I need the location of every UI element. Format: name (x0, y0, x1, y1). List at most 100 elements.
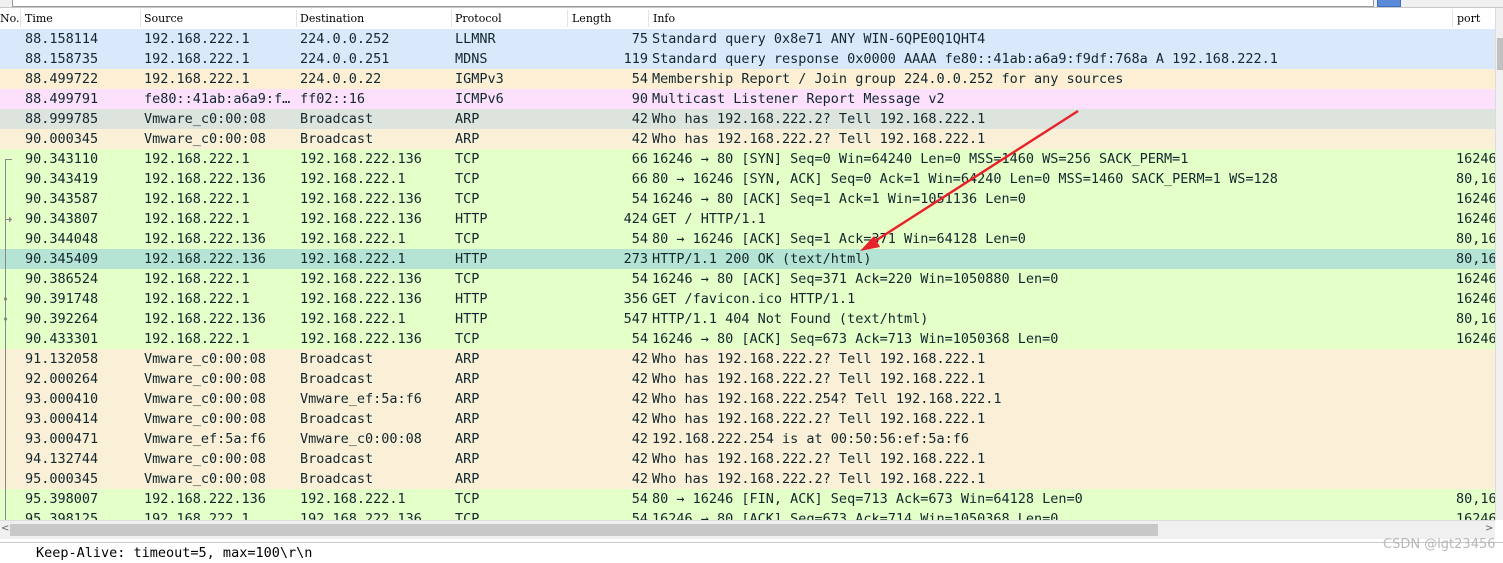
table-row[interactable]: 90.386524 192.168.222.1 192.168.222.136 TCP… (0, 269, 1495, 289)
scroll-left-arrow-icon[interactable]: < (1, 523, 9, 534)
cell-length: 356 (623, 291, 648, 307)
table-row[interactable]: 90.344048 192.168.222.136 192.168.222.1 TCP… (0, 229, 1495, 249)
cell-info: Standard query response 0x0000 AAAA fe80… (652, 51, 1278, 67)
cell-info: Who has 192.168.222.2? Tell 192.168.222.… (652, 471, 986, 487)
column-header-protocol[interactable]: Protocol (455, 12, 502, 25)
cell-destination: Broadcast (300, 371, 374, 387)
display-filter-bar (0, 0, 1503, 8)
cell-time: 90.343419 (25, 171, 99, 187)
table-row[interactable]: 95.398125 192.168.222.1 192.168.222.136 TCP… (0, 509, 1495, 520)
cell-protocol: ARP (455, 391, 480, 407)
cell-length: 75 (631, 31, 648, 47)
cell-protocol: TCP (455, 331, 480, 347)
packet-list[interactable]: 88.158114 192.168.222.1 224.0.0.252 LLMNR 75… (0, 29, 1495, 520)
table-row[interactable]: 90.000345 Vmware_c0:00:08 Broadcast ARP 42 Wh… (0, 129, 1495, 149)
cell-destination: Broadcast (300, 351, 374, 367)
table-row[interactable]: 90.343419 192.168.222.136 192.168.222.1 TCP… (0, 169, 1495, 189)
cell-source: 192.168.222.1 (144, 151, 250, 167)
cell-time: 92.000264 (25, 371, 99, 387)
cell-length: 42 (631, 391, 648, 407)
expression-button[interactable] (1420, 0, 1460, 5)
cell-destination: 192.168.222.1 (300, 311, 406, 327)
cell-time: 91.132058 (25, 351, 99, 367)
cell-protocol: ARP (455, 431, 480, 447)
column-header-source[interactable]: Source (144, 12, 183, 25)
horizontal-scroll-thumb[interactable] (10, 524, 1158, 536)
cell-protocol: ICMPv6 (455, 91, 504, 107)
column-divider[interactable] (140, 10, 141, 27)
cell-length: 547 (623, 311, 648, 327)
column-divider[interactable] (1452, 10, 1453, 27)
cell-info: Who has 192.168.222.2? Tell 192.168.222.… (652, 131, 986, 147)
cell-protocol: TCP (455, 191, 480, 207)
column-header-no[interactable]: No. (0, 12, 20, 25)
cell-port: 16246 (1456, 271, 1495, 287)
cell-length: 54 (631, 71, 648, 87)
vertical-scrollbar[interactable] (1495, 8, 1503, 520)
column-header-info[interactable]: Info (653, 12, 675, 25)
column-header-destination[interactable]: Destination (300, 12, 364, 25)
column-divider[interactable] (567, 10, 568, 27)
cell-time: 88.499791 (25, 91, 99, 107)
vertical-scroll-thumb[interactable] (1497, 38, 1503, 70)
table-row[interactable]: 88.158114 192.168.222.1 224.0.0.252 LLMNR 75… (0, 29, 1495, 49)
apply-filter-button[interactable] (1377, 0, 1401, 7)
cell-info: 80 → 16246 [SYN, ACK] Seq=0 Ack=1 Win=64… (652, 171, 1278, 187)
column-header-length[interactable]: Length (572, 12, 611, 25)
table-row[interactable]: 90.343110 192.168.222.1 192.168.222.136 TCP… (0, 149, 1495, 169)
table-row-selected[interactable]: 90.345409 192.168.222.136 192.168.222.1 HTT… (0, 249, 1495, 269)
packet-list-header: No. Time Source Destination Protocol Len… (0, 8, 1495, 30)
cell-destination: Broadcast (300, 131, 374, 147)
cell-destination: 192.168.222.136 (300, 151, 422, 167)
cell-info: 80 → 16246 [FIN, ACK] Seq=713 Ack=673 Wi… (652, 491, 1083, 507)
table-row[interactable]: 93.000471 Vmware_ef:5a:f6 Vmware_c0:00:08 A… (0, 429, 1495, 449)
horizontal-scrollbar[interactable]: < > (0, 520, 1495, 539)
table-row[interactable]: 93.000414 Vmware_c0:00:08 Broadcast ARP 42 Wh… (0, 409, 1495, 429)
packet-details-pane[interactable]: Keep-Alive: timeout=5, max=100\r\n CSDN … (0, 537, 1503, 563)
column-header-port[interactable]: port (1457, 12, 1480, 25)
cell-source: Vmware_c0:00:08 (144, 351, 266, 367)
detail-line-keep-alive[interactable]: Keep-Alive: timeout=5, max=100\r\n (36, 545, 312, 561)
cell-length: 66 (631, 171, 648, 187)
table-row[interactable]: 95.000345 Vmware_c0:00:08 Broadcast ARP 42 Wh… (0, 469, 1495, 489)
table-row[interactable]: 95.398007 192.168.222.136 192.168.222.1 TCP… (0, 489, 1495, 509)
watermark: CSDN @lgt23456 (1383, 537, 1496, 552)
table-row[interactable]: 90.391748 192.168.222.1 192.168.222.136 HTT… (0, 289, 1495, 309)
cell-protocol: TCP (455, 511, 480, 520)
cell-port: 80,16 (1456, 251, 1495, 267)
table-row[interactable]: 90.392264 192.168.222.136 192.168.222.1 HTT… (0, 309, 1495, 329)
cell-time: 90.386524 (25, 271, 99, 287)
column-header-time[interactable]: Time (25, 12, 53, 25)
table-row[interactable]: 90.343807 192.168.222.1 192.168.222.136 HTT… (0, 209, 1495, 229)
table-row[interactable]: 88.499791 fe80::41ab:a6a9:f… ff02::16 ICMPv… (0, 89, 1495, 109)
table-row[interactable]: 91.132058 Vmware_c0:00:08 Broadcast ARP 42 Wh… (0, 349, 1495, 369)
table-row[interactable]: 93.000410 Vmware_c0:00:08 Vmware_ef:5a:f6 A… (0, 389, 1495, 409)
column-divider[interactable] (451, 10, 452, 27)
column-divider[interactable] (648, 10, 649, 27)
table-row[interactable]: 88.999785 Vmware_c0:00:08 Broadcast ARP 42 Wh… (0, 109, 1495, 129)
cell-destination: 192.168.222.136 (300, 271, 422, 287)
table-row[interactable]: 94.132744 Vmware_c0:00:08 Broadcast ARP 42 Wh… (0, 449, 1495, 469)
cell-source: 192.168.222.136 (144, 311, 266, 327)
cell-length: 54 (631, 331, 648, 347)
table-row[interactable]: 90.433301 192.168.222.1 192.168.222.136 TCP… (0, 329, 1495, 349)
table-row[interactable]: 92.000264 Vmware_c0:00:08 Broadcast ARP 42 Wh… (0, 369, 1495, 389)
table-row[interactable]: 88.499722 192.168.222.1 224.0.0.22 IGMPv3 54… (0, 69, 1495, 89)
cell-length: 42 (631, 471, 648, 487)
cell-length: 273 (623, 251, 648, 267)
column-divider[interactable] (296, 10, 297, 27)
cell-info: Who has 192.168.222.2? Tell 192.168.222.… (652, 451, 986, 467)
scroll-right-arrow-icon[interactable]: > (1485, 523, 1493, 534)
table-row[interactable]: 88.158735 192.168.222.1 224.0.0.251 MDNS 119… (0, 49, 1495, 69)
cell-length: 90 (631, 91, 648, 107)
column-divider[interactable] (20, 10, 21, 27)
cell-source: Vmware_c0:00:08 (144, 451, 266, 467)
cell-time: 90.391748 (25, 291, 99, 307)
table-row[interactable]: 90.343587 192.168.222.1 192.168.222.136 TCP… (0, 189, 1495, 209)
cell-port: 80,16 (1456, 491, 1495, 507)
cell-protocol: ARP (455, 371, 480, 387)
display-filter-input[interactable] (12, 0, 1374, 7)
cell-info: Who has 192.168.222.2? Tell 192.168.222.… (652, 411, 986, 427)
cell-protocol: TCP (455, 491, 480, 507)
cell-info: Membership Report / Join group 224.0.0.2… (652, 71, 1124, 87)
